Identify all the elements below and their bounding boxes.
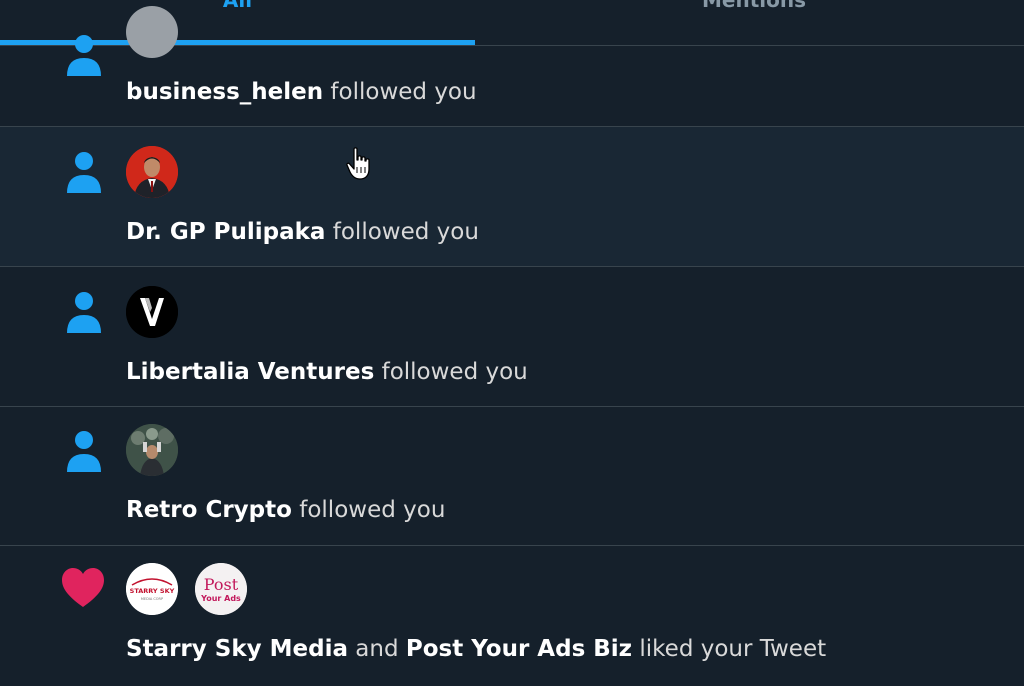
- person-icon: [64, 149, 104, 197]
- tab-mentions[interactable]: Mentions: [512, 0, 996, 45]
- avatar[interactable]: [126, 6, 178, 58]
- post-your-ads-logo-line1: Post: [204, 575, 239, 594]
- person-icon: [64, 32, 104, 80]
- notification-text: business_helen followed you: [126, 79, 477, 105]
- starry-sky-logo-subtext: MEDIA CORP: [141, 597, 163, 601]
- avatar[interactable]: [126, 286, 178, 338]
- notification-row[interactable]: Libertalia Ventures followed you: [0, 267, 1024, 407]
- avatar[interactable]: STARRY SKY MEDIA CORP: [126, 563, 178, 615]
- notification-text: Starry Sky Media and Post Your Ads Biz l…: [126, 636, 827, 662]
- heart-icon: [61, 567, 105, 611]
- actor-name[interactable]: Retro Crypto: [126, 497, 292, 523]
- notification-row[interactable]: STARRY SKY MEDIA CORP Post Your Ads Star…: [0, 546, 1024, 686]
- avatar[interactable]: [126, 146, 178, 198]
- avatar[interactable]: Post Your Ads: [195, 563, 247, 615]
- actor-name[interactable]: Post Your Ads Biz: [406, 636, 632, 662]
- person-icon: [64, 428, 104, 476]
- actor-name[interactable]: Starry Sky Media: [126, 636, 348, 662]
- person-icon: [64, 289, 104, 337]
- notification-text: Libertalia Ventures followed you: [126, 359, 528, 385]
- avatar[interactable]: [126, 424, 178, 476]
- actor-name[interactable]: Libertalia Ventures: [126, 359, 374, 385]
- notification-text: Dr. GP Pulipaka followed you: [126, 219, 479, 245]
- actor-name[interactable]: business_helen: [126, 79, 323, 105]
- notification-text: Retro Crypto followed you: [126, 497, 446, 523]
- starry-sky-logo-text: STARRY SKY: [130, 587, 175, 595]
- actor-name[interactable]: Dr. GP Pulipaka: [126, 219, 325, 245]
- post-your-ads-logo-line2: Your Ads: [200, 594, 241, 603]
- notification-row[interactable]: Retro Crypto followed you: [0, 407, 1024, 546]
- notification-row[interactable]: Dr. GP Pulipaka followed you: [0, 127, 1024, 267]
- notification-row[interactable]: business_helen followed you: [0, 6, 1024, 127]
